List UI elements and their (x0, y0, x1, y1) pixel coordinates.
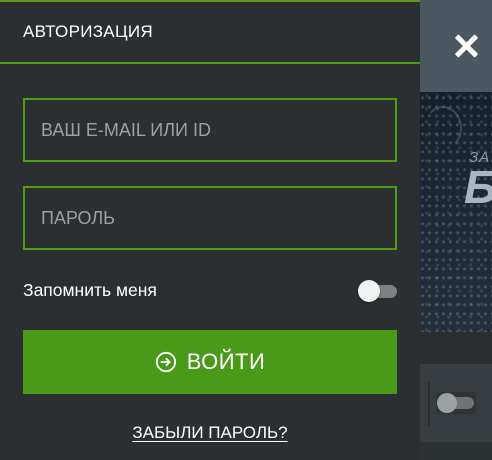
remember-me-toggle-knob (358, 280, 380, 302)
background-toggle[interactable] (436, 392, 476, 414)
background-toggle-knob (437, 393, 457, 413)
panel-header: АВТОРИЗАЦИЯ (0, 2, 420, 64)
remember-me-toggle[interactable] (358, 279, 398, 303)
login-button-label: ВОЙТИ (186, 349, 266, 374)
email-field[interactable] (23, 98, 397, 162)
hero-decoration (424, 106, 462, 150)
remember-me-label: Запомнить меня (23, 280, 157, 300)
background-divider (428, 382, 430, 426)
hero-title: Б (464, 164, 492, 210)
forgot-password-link[interactable]: ЗАБЫЛИ ПАРОЛЬ? (0, 423, 420, 443)
background-strip (420, 332, 492, 364)
email-input[interactable] (25, 100, 395, 160)
login-button[interactable]: ВОЙТИ (23, 330, 397, 394)
password-input[interactable] (25, 188, 395, 248)
panel-title: АВТОРИЗАЦИЯ (23, 22, 153, 41)
login-icon (155, 351, 176, 373)
login-panel: АВТОРИЗАЦИЯ Запомнить меня ВОЙТИ ЗАБЫЛИ … (0, 0, 420, 460)
password-field[interactable] (23, 186, 397, 250)
close-icon[interactable] (452, 32, 480, 60)
background-hero-banner: ЗА Б (420, 92, 492, 332)
